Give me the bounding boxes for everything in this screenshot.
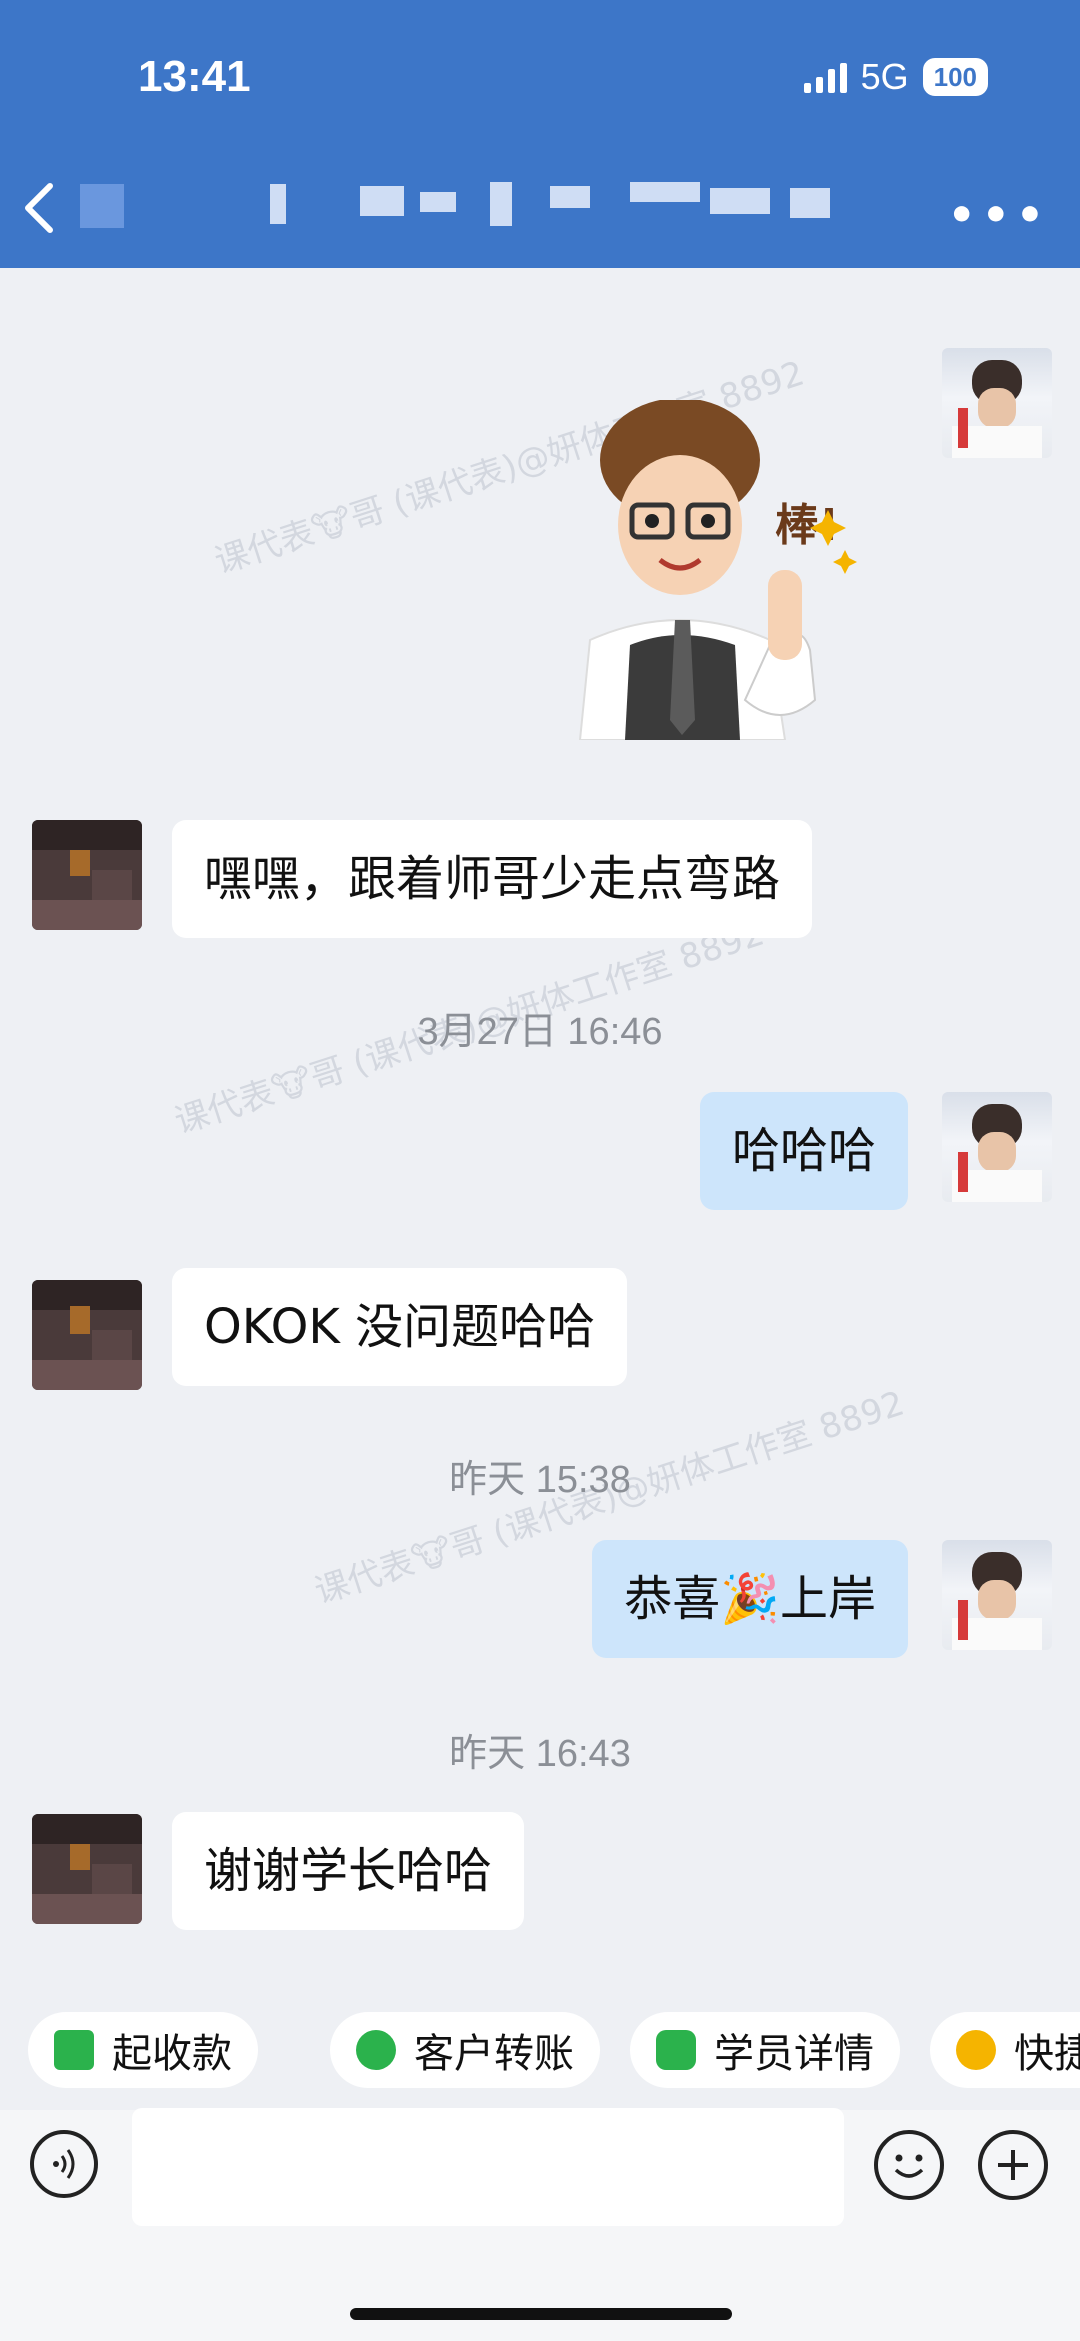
- chevron-left-icon: [25, 183, 53, 233]
- message-timestamp: 3月27日 16:46: [417, 1011, 663, 1053]
- my-avatar[interactable]: [942, 1092, 1052, 1202]
- emoji-button[interactable]: [874, 2130, 944, 2200]
- smiley-icon: [894, 2154, 924, 2178]
- quick-action-label: 客户转账: [414, 2031, 574, 2077]
- chat-title-redacted: [70, 178, 930, 248]
- voice-button[interactable]: [30, 2130, 98, 2198]
- message-bubble-outgoing[interactable]: 哈哈哈: [699, 1092, 908, 1210]
- quick-action-label: 起收款: [112, 2031, 232, 2077]
- contact-avatar[interactable]: [32, 1280, 142, 1390]
- quick-action-label: 学员详情: [714, 2031, 874, 2077]
- contact-avatar[interactable]: [32, 1814, 142, 1924]
- message-bubble-incoming[interactable]: 谢谢学长哈哈: [172, 1812, 525, 1930]
- back-button[interactable]: [20, 178, 70, 238]
- input-bar: [0, 2108, 1080, 2341]
- plus-icon: [998, 2150, 1028, 2180]
- status-time: 13:41: [138, 52, 251, 101]
- transfer-icon: [356, 2030, 396, 2070]
- home-indicator[interactable]: [350, 2308, 732, 2320]
- battery-icon: 100: [922, 58, 988, 96]
- sticker-thumbs-up: 棒!: [578, 400, 857, 740]
- message-bubble-outgoing[interactable]: 恭喜🎉上岸: [592, 1540, 908, 1658]
- quick-action-student-details[interactable]: 学员详情: [630, 2012, 900, 2088]
- quick-action-shortcut[interactable]: 快捷: [930, 2012, 1080, 2088]
- payment-icon: [54, 2030, 94, 2070]
- my-avatar[interactable]: [942, 1540, 1052, 1650]
- chat-header: 13:41 5G 100 •••: [0, 0, 1080, 268]
- my-avatar[interactable]: [942, 348, 1052, 458]
- voice-icon: [53, 2149, 75, 2179]
- message-bubble-incoming[interactable]: OKOK 没问题哈哈: [172, 1268, 628, 1386]
- signal-icon: [803, 61, 847, 93]
- message-timestamp: 昨天 15:38: [449, 1459, 631, 1501]
- more-options-button[interactable]: •••: [948, 190, 1050, 241]
- network-label: 5G: [860, 56, 909, 97]
- quick-action-transfer[interactable]: 客户转账: [330, 2012, 600, 2088]
- contact-avatar[interactable]: [32, 820, 142, 930]
- quick-action-bar: 起收款 客户转账 学员详情 快捷: [0, 1990, 1080, 2110]
- message-timestamp: 昨天 16:43: [449, 1733, 631, 1775]
- status-indicators: 5G 100: [803, 56, 988, 98]
- add-attachment-button[interactable]: [978, 2130, 1048, 2200]
- quick-reply-icon: [956, 2030, 996, 2070]
- message-input[interactable]: [132, 2108, 844, 2226]
- person-icon: [656, 2030, 696, 2070]
- quick-action-collect-payment[interactable]: 起收款: [28, 2012, 258, 2088]
- quick-action-label: 快捷: [1014, 2031, 1080, 2077]
- message-bubble-incoming[interactable]: 嘿嘿，跟着师哥少走点弯路: [172, 820, 813, 938]
